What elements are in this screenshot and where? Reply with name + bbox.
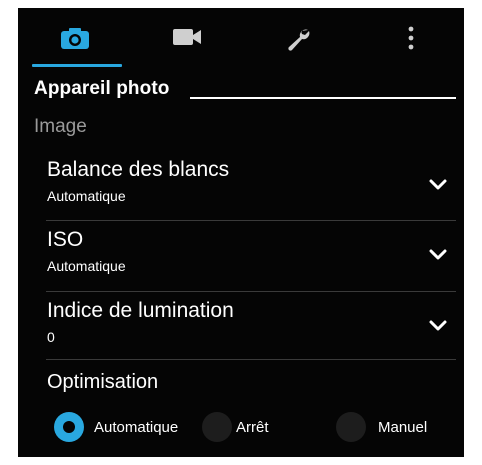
radio-option-manual[interactable]: Manuel <box>336 412 456 444</box>
setting-exposure-index[interactable]: Indice de lumination 0 <box>34 299 452 363</box>
chevron-down-icon <box>429 249 447 260</box>
section-title: Appareil photo <box>34 78 170 99</box>
selected-tab-indicator <box>32 64 122 67</box>
optimisation-title: Optimisation <box>47 371 159 393</box>
setting-white-balance[interactable]: Balance des blancs Automatique <box>34 158 452 222</box>
row-divider <box>46 359 456 360</box>
radio-option-automatic[interactable]: Automatique <box>54 412 224 444</box>
camera-icon <box>61 28 89 49</box>
row-divider <box>46 291 456 292</box>
chevron-down-icon <box>429 179 447 190</box>
camera-settings-screen: Appareil photo Image Balance des blancs … <box>18 8 464 457</box>
radio-label: Automatique <box>94 419 179 436</box>
setting-value: 0 <box>47 329 55 345</box>
tab-camera[interactable] <box>30 8 120 70</box>
wrench-icon <box>288 29 310 51</box>
tab-video[interactable] <box>142 8 232 70</box>
category-label: Image <box>34 116 87 137</box>
setting-value: Automatique <box>47 188 126 204</box>
settings-tab-bar <box>18 8 464 70</box>
video-camera-icon <box>173 29 201 45</box>
setting-title: ISO <box>47 228 84 251</box>
tab-more-options[interactable] <box>366 8 456 70</box>
radio-dot <box>63 421 75 433</box>
more-vertical-icon <box>408 26 414 50</box>
radio-unselected-icon <box>336 412 366 442</box>
radio-unselected-icon <box>202 412 232 442</box>
setting-title: Indice de lumination <box>47 299 234 322</box>
chevron-down-icon <box>429 320 447 331</box>
setting-value: Automatique <box>47 258 126 274</box>
tab-tools[interactable] <box>254 8 344 70</box>
section-divider <box>190 97 456 99</box>
setting-iso[interactable]: ISO Automatique <box>34 228 452 292</box>
radio-label: Arrêt <box>236 419 269 436</box>
setting-title: Balance des blancs <box>47 158 230 181</box>
radio-selected-icon <box>54 412 84 442</box>
radio-option-off[interactable]: Arrêt <box>202 412 292 444</box>
row-divider <box>46 220 456 221</box>
radio-label: Manuel <box>378 419 428 436</box>
